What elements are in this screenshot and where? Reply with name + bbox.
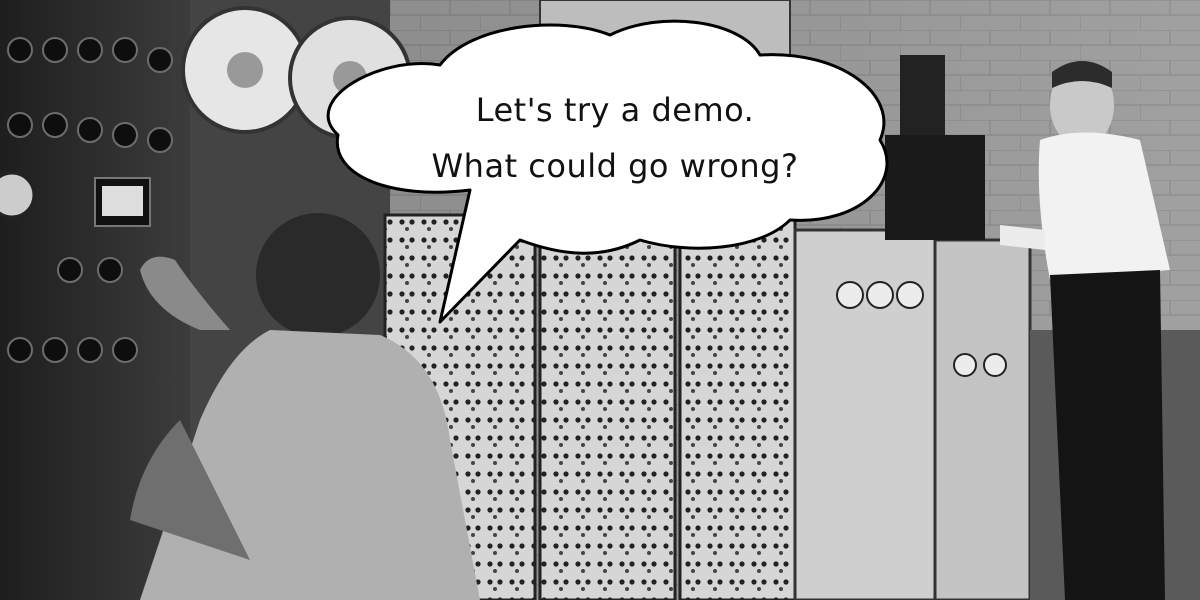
speech-line-1: Let's try a demo. (475, 91, 755, 129)
speech-bubble-text: Let's try a demo. What could go wrong? (380, 82, 850, 194)
photo-scene: Let's try a demo. What could go wrong? (0, 0, 1200, 600)
speech-line-2: What could go wrong? (431, 147, 799, 185)
